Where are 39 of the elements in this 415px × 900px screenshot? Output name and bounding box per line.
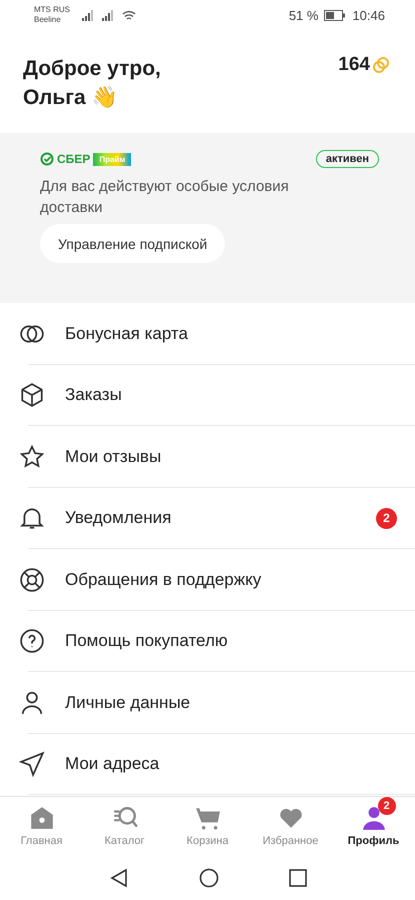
wifi-icon	[122, 10, 136, 20]
greeting-text: Доброе утро,	[23, 56, 161, 82]
brand-tag: Прайм	[93, 152, 132, 166]
menu-item[interactable]: Бонусная карта	[65, 324, 397, 344]
battery-icon	[324, 10, 346, 20]
signal-icon	[102, 10, 116, 20]
menu-item[interactable]: Обращения в поддержку	[65, 570, 397, 590]
check-circle-icon	[40, 152, 54, 166]
menu-item[interactable]: Мои отзывы	[65, 446, 397, 467]
tab[interactable]: 2 Профиль	[332, 797, 415, 855]
home-icon[interactable]	[198, 868, 218, 888]
status-badge: активен	[316, 150, 379, 168]
menu-item[interactable]: Уведомления	[65, 508, 376, 528]
greeting-name: Ольга 👋	[23, 85, 119, 111]
manage-subscription-button[interactable]: Управление подпиской	[40, 224, 226, 263]
menu-item[interactable]: Помощь покупателю	[65, 631, 397, 652]
bonus-count: 164	[338, 54, 370, 76]
notification-badge: 2	[376, 508, 397, 529]
recents-icon[interactable]	[288, 868, 306, 886]
clock: 10:46	[352, 8, 385, 22]
carrier-name: Beeline	[34, 15, 62, 25]
carrier-name: MTS RUS	[34, 5, 70, 15]
paper-plane-icon	[19, 751, 45, 778]
signal-icon	[82, 10, 96, 20]
lifebuoy-icon	[19, 566, 45, 593]
person-icon	[19, 690, 45, 716]
coins-icon	[372, 56, 390, 74]
subscription-text: Для вас действуют особые условия доставки	[40, 177, 290, 218]
box-icon	[19, 382, 45, 408]
notification-badge: 2	[378, 797, 396, 815]
battery-percent: 51 %	[288, 8, 318, 22]
menu-item[interactable]: Мои адреса	[65, 754, 397, 774]
menu-item[interactable]: Заказы	[65, 385, 397, 406]
back-icon[interactable]	[108, 868, 128, 888]
star-icon	[19, 444, 45, 470]
brand-name: СБЕР	[57, 152, 90, 166]
question-icon	[19, 628, 45, 654]
home-icon	[28, 805, 54, 831]
menu-item[interactable]: Личные данные	[65, 692, 397, 713]
